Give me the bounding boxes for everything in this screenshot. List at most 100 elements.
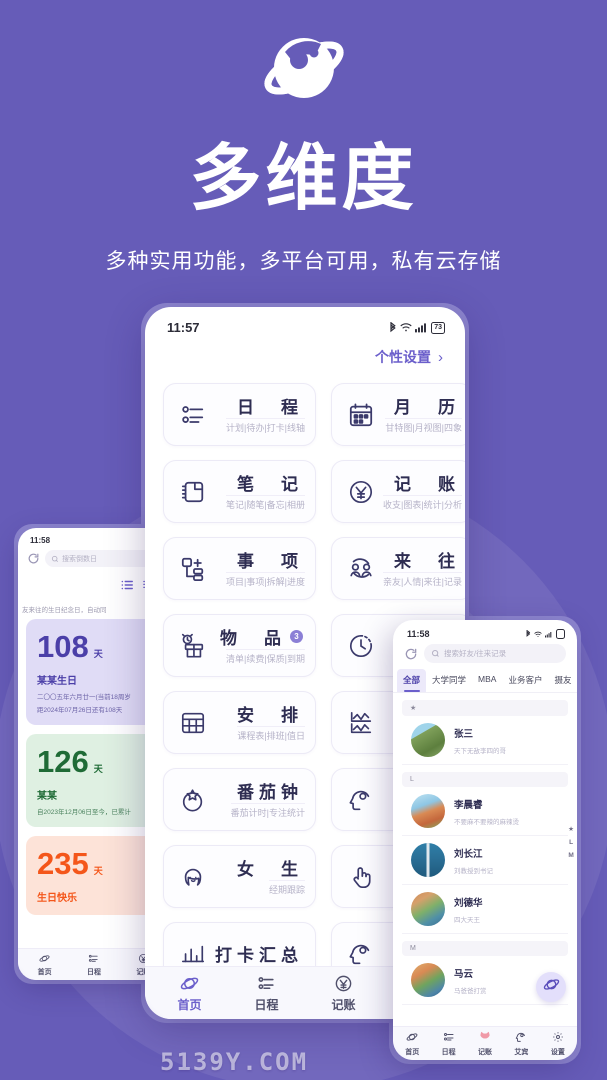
battery-level: 73 [431, 321, 445, 334]
countdown-title: 某某 [37, 791, 57, 802]
tile-subtitle: 课程表|排班|值日 [237, 726, 305, 741]
contact-row[interactable]: 张三 天下无敌李四的哥 [402, 716, 568, 765]
nav-item-home[interactable]: 首页 [20, 952, 69, 977]
tile-title: 女 生 [237, 860, 303, 879]
tile-subtitle: 项目|事项|拆解|进度 [225, 572, 305, 587]
compare-chart-icon [343, 710, 379, 736]
tile-title: 安 排 [237, 706, 303, 725]
tile-subtitle: 清单|续费|保质|到期 [225, 649, 305, 664]
countdown-unit: 天 [93, 764, 103, 774]
tab-university-classmates[interactable]: 大学同学 [426, 669, 472, 692]
hero-section: 多维度 多种实用功能，多平台可用，私有云存储 [0, 0, 607, 275]
nav-item-schedule[interactable]: 日程 [430, 1031, 466, 1057]
tile-subtitle: 经期跟踪 [268, 880, 305, 895]
home-planet-icon [180, 974, 199, 993]
box-alarm-icon [175, 633, 211, 659]
page-subtitle: 多种实用功能，多平台可用，私有云存储 [105, 250, 502, 274]
nav-label: 首页 [405, 1048, 420, 1056]
signal-icon [415, 323, 427, 333]
site-watermark: 5139Y.COM [160, 1048, 309, 1076]
tile-accounting[interactable]: 记 账 收支|图表|统计|分析 [331, 460, 465, 523]
home-planet-icon [39, 952, 50, 964]
countdown-card[interactable]: 126 天 某某 自2023年12月06日至今，已累计 [26, 734, 162, 827]
countdown-days: 235 [37, 846, 89, 881]
timetable-icon [175, 710, 211, 736]
head-memory-icon [343, 787, 379, 813]
contact-text: 刘长江 刘教授到书记 [454, 846, 559, 875]
avatar [411, 892, 445, 926]
section-header: ★ [402, 700, 568, 716]
yen-circle-icon [343, 479, 379, 505]
contact-row[interactable]: 刘长江 刘教授到书记 [402, 836, 568, 885]
tile-arrangement[interactable]: 安 排 课程表|排班|值日 [163, 691, 316, 754]
tile-girl[interactable]: 女 生 经期跟踪 [163, 845, 316, 908]
alphabet-index[interactable]: ★ L M [568, 825, 574, 859]
contact-name: 李晨睿 [454, 799, 483, 811]
contact-row[interactable]: 刘德华 四大天王 [402, 885, 568, 934]
nav-item-accounting[interactable]: 记账 [305, 974, 382, 1013]
countdown-unit: 天 [93, 649, 103, 659]
right-search-input[interactable]: 搜索好友/往来记录 [424, 644, 566, 663]
tile-pomodoro[interactable]: 番茄钟 番茄计时|专注统计 [163, 768, 316, 831]
avatar [411, 843, 445, 877]
countdown-card[interactable]: 235 天 生日快乐 [26, 836, 162, 915]
calendar-icon [343, 402, 379, 428]
nav-item-schedule[interactable]: 日程 [69, 952, 118, 977]
nav-item-settings[interactable]: 设置 [540, 1031, 576, 1057]
search-icon [432, 650, 439, 657]
item-count-badge: 3 [290, 630, 303, 643]
tomato-icon [175, 787, 211, 813]
left-search-input[interactable]: 搜索倒数日 [45, 550, 161, 567]
tab-business-clients[interactable]: 业务客户 [502, 669, 548, 692]
index-letter[interactable]: L [569, 839, 573, 846]
tile-title: 事 项 [237, 552, 303, 571]
tile-text: 番茄钟 番茄计时|专注统计 [211, 778, 305, 821]
tile-subtitle: 笔记|随笔|备忘|相册 [225, 495, 305, 510]
tile-notes[interactable]: 笔 记 笔记|随笔|备忘|相册 [163, 460, 316, 523]
tile-text: 日 程 计划|待办|打卡|线轴 [211, 393, 305, 436]
tile-subtitle: 番茄计时|专注统计 [230, 803, 305, 818]
countdown-desc: 二〇〇五年六月廿一(当前18周岁 [37, 694, 131, 701]
tab-photo-friends[interactable]: 摄友 [548, 669, 577, 692]
tile-title: 番茄钟 [237, 783, 303, 802]
tile-title: 来 往 [394, 552, 461, 571]
nav-item-home[interactable]: 首页 [151, 974, 228, 1013]
tile-title: 月 历 [394, 398, 461, 417]
app-logo [0, 26, 607, 114]
list-view-icon[interactable] [120, 578, 134, 597]
tile-relations[interactable]: 来 往 亲友|人情|来往|记录 [331, 537, 465, 600]
nav-label: 日程 [254, 997, 279, 1012]
contact-desc: 刘教授到书记 [454, 867, 493, 875]
nav-item-ebbinghaus[interactable]: 艾宾 [503, 1031, 539, 1057]
tile-items[interactable]: 物 品 3 清单|续费|保质|到期 [163, 614, 316, 677]
tile-schedule[interactable]: 日 程 计划|待办|打卡|线轴 [163, 383, 316, 446]
tab-mba[interactable]: MBA [472, 669, 502, 692]
nav-item-home[interactable]: 首页 [394, 1031, 430, 1057]
tile-title: 记 账 [394, 475, 461, 494]
tile-text: 物 品 3 清单|续费|保质|到期 [211, 624, 305, 667]
index-letter[interactable]: ★ [568, 825, 574, 833]
nav-label: 首页 [177, 997, 202, 1012]
contact-row[interactable]: 李晨睿 不要麻不要辣的麻辣烫 [402, 787, 568, 836]
collab-icon [343, 941, 379, 967]
nav-item-accounting[interactable]: 记账 [467, 1031, 503, 1057]
tab-all[interactable]: 全部 [397, 669, 427, 692]
right-bottom-nav: 首页 日程 记账 艾宾 设置 [393, 1026, 577, 1060]
nav-item-schedule[interactable]: 日程 [228, 974, 305, 1013]
right-search-row: 搜索好友/往来记录 [393, 641, 577, 669]
countdown-card[interactable]: 108 天 某某生日 二〇〇五年六月廿一(当前18周岁 距2024年07月26日… [26, 619, 162, 725]
refresh-icon[interactable] [27, 552, 40, 565]
tile-title: 日 程 [237, 398, 303, 417]
index-letter[interactable]: M [568, 852, 573, 859]
tile-calendar[interactable]: 月 历 甘特图|月视图|四象 [331, 383, 465, 446]
add-contact-fab[interactable] [536, 972, 566, 1002]
gear-icon [552, 1031, 564, 1044]
head-memory-icon [515, 1031, 527, 1044]
contact-desc: 不要麻不要辣的麻辣烫 [454, 818, 519, 826]
main-status-icons: 73 [388, 321, 445, 334]
tile-tasks[interactable]: 事 项 项目|事项|拆解|进度 [163, 537, 316, 600]
countdown-number-row: 108 天 [37, 631, 151, 662]
refresh-icon[interactable] [404, 647, 418, 661]
contact-name: 刘长江 [454, 848, 483, 860]
personal-settings-link[interactable]: 个性设置 › [145, 339, 465, 371]
